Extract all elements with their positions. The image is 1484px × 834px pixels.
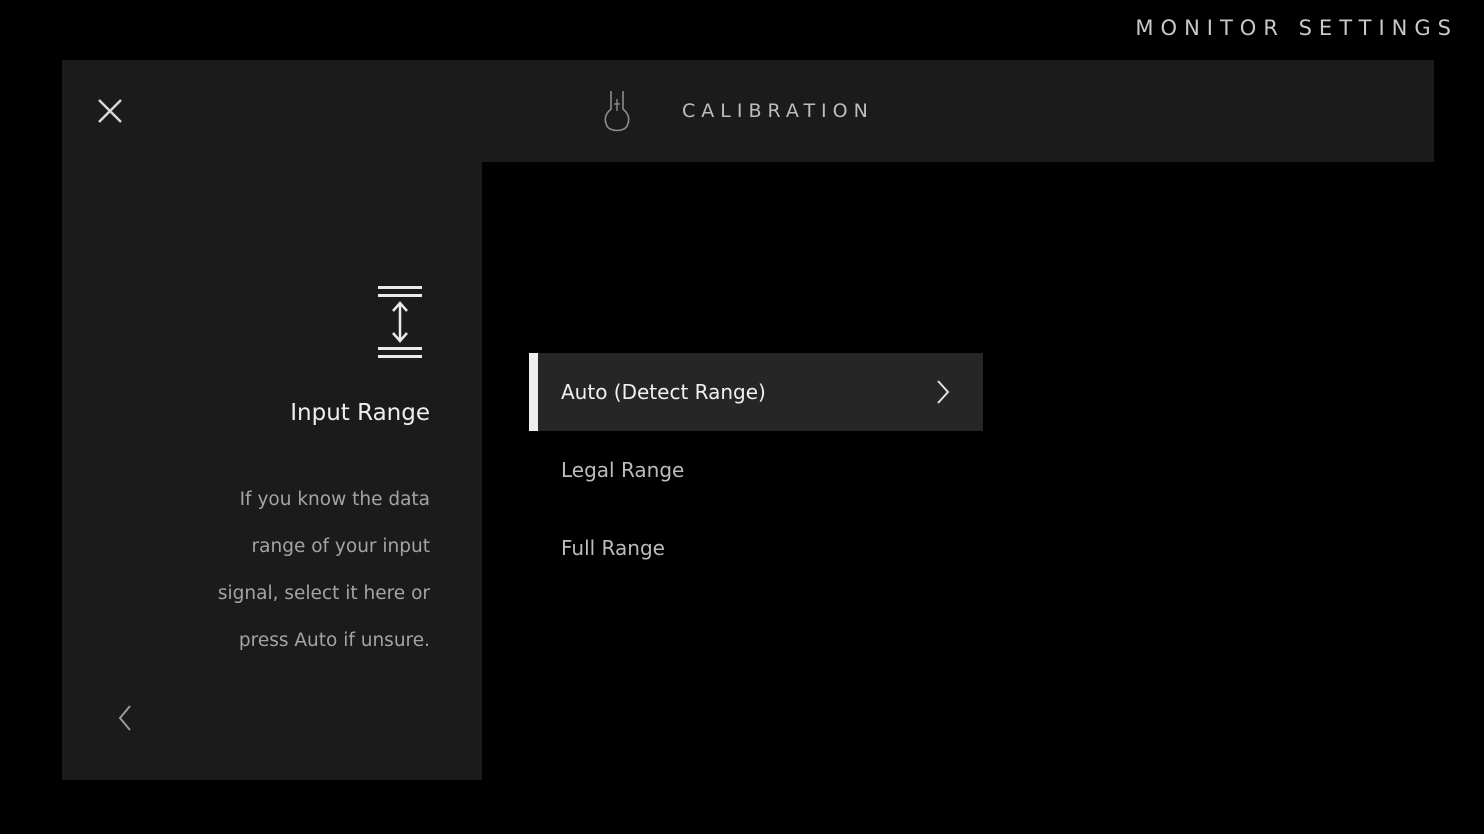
description-line: If you know the data xyxy=(239,489,430,510)
option-label: Legal Range xyxy=(561,458,685,482)
calibration-probe-icon xyxy=(598,88,636,134)
panel-description: If you know the data range of your input… xyxy=(130,476,430,664)
description-line: range of your input xyxy=(251,536,430,557)
chevron-right-icon xyxy=(937,380,950,404)
option-legal-range[interactable]: Legal Range xyxy=(529,431,983,509)
close-icon xyxy=(98,99,122,123)
option-auto-detect-range[interactable]: Auto (Detect Range) xyxy=(529,353,983,431)
section-title: CALIBRATION xyxy=(682,100,874,122)
vertical-range-icon xyxy=(378,286,422,358)
back-button[interactable] xyxy=(110,700,140,736)
section-heading: CALIBRATION xyxy=(598,88,874,134)
option-label: Auto (Detect Range) xyxy=(561,380,766,404)
close-button[interactable] xyxy=(92,93,128,129)
option-full-range[interactable]: Full Range xyxy=(529,509,983,587)
info-panel: Input Range If you know the data range o… xyxy=(62,162,482,780)
description-line: signal, select it here or xyxy=(217,583,430,604)
top-bar: CALIBRATION xyxy=(62,60,1434,162)
description-line: press Auto if unsure. xyxy=(238,630,430,651)
page-title: MONITOR SETTINGS xyxy=(1135,16,1458,40)
options-list: Auto (Detect Range) Legal Range Full Ran… xyxy=(529,353,983,587)
chevron-left-icon xyxy=(118,705,131,731)
option-label: Full Range xyxy=(561,536,665,560)
panel-title: Input Range xyxy=(290,400,430,426)
